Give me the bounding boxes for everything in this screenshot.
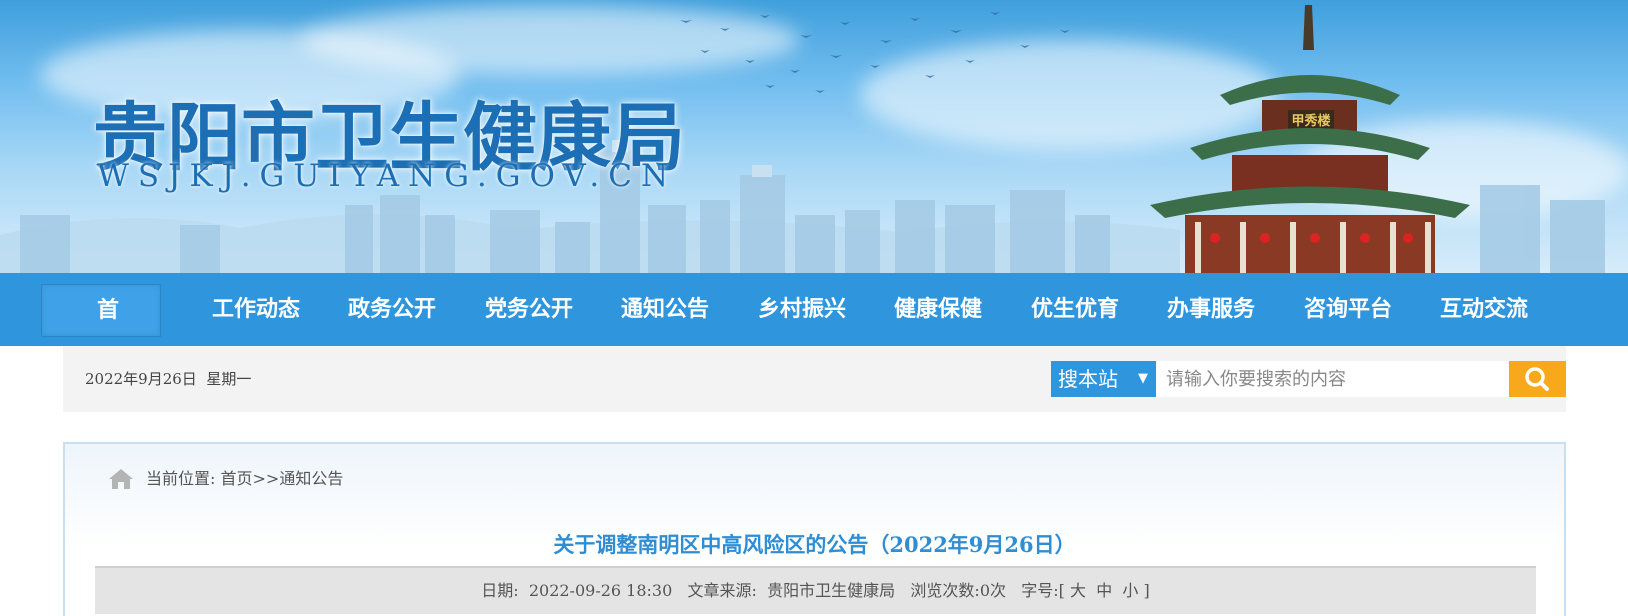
font-size-large-button[interactable]: 大: [1070, 581, 1086, 600]
meta-source-label: 文章来源:: [687, 581, 757, 600]
search-scope-label: 搜本站: [1058, 367, 1118, 391]
nav-item-party-affairs[interactable]: 党务公开: [485, 273, 573, 346]
nav-item-notices[interactable]: 通知公告: [621, 273, 709, 346]
article-panel: 当前位置: 首页>>通知公告 关于调整南明区中高风险区的公告（2022年9月26…: [63, 442, 1566, 616]
breadcrumb-separator: >>: [252, 469, 280, 488]
main-nav: 首页 工作动态 政务公开 党务公开 通知公告 乡村振兴 健康保健 优生优育 办事…: [0, 273, 1628, 374]
meta-date: 2022-09-26 18:30: [528, 581, 673, 600]
weekday-value: 星期一: [206, 370, 252, 388]
nav-item-interaction[interactable]: 互动交流: [1440, 273, 1528, 346]
breadcrumb-label: 当前位置:: [146, 469, 216, 488]
nav-item-government-affairs[interactable]: 政务公开: [348, 273, 436, 346]
current-date: 2022年9月26日 星期一: [85, 346, 251, 412]
dropdown-arrow-icon: ▼: [1138, 371, 1148, 386]
meta-font-size-label: 字号:: [1021, 581, 1059, 600]
breadcrumb-text: 当前位置: 首页>>通知公告: [146, 466, 343, 492]
meta-views-label: 浏览次数:: [910, 581, 980, 600]
meta-source: 贵阳市卫生健康局: [767, 581, 896, 600]
nav-item-work-news[interactable]: 工作动态: [212, 273, 300, 346]
nav-item-consultation[interactable]: 咨询平台: [1304, 273, 1392, 346]
breadcrumb-home-link[interactable]: 首页: [221, 469, 253, 488]
nav-item-services[interactable]: 办事服务: [1167, 273, 1255, 346]
search-scope-select[interactable]: 搜本站 ▼: [1051, 361, 1156, 397]
nav-item-rural-revitalization[interactable]: 乡村振兴: [758, 273, 846, 346]
search-button[interactable]: [1509, 361, 1566, 397]
breadcrumb-current-link[interactable]: 通知公告: [279, 469, 343, 488]
font-size-medium-button[interactable]: 中: [1096, 581, 1112, 600]
meta-date-label: 日期:: [481, 581, 519, 600]
search-input[interactable]: [1156, 361, 1509, 397]
date-value: 2022年9月26日: [85, 370, 197, 388]
home-icon: [109, 469, 133, 489]
font-size-bracket-open: [: [1058, 581, 1065, 600]
article-meta-bar: 日期: 2022-09-26 18:30 文章来源: 贵阳市卫生健康局 浏览次数…: [95, 566, 1536, 614]
font-size-small-button[interactable]: 小: [1122, 581, 1138, 600]
nav-item-home[interactable]: 首页: [41, 284, 161, 374]
nav-item-health-care[interactable]: 健康保健: [894, 273, 982, 346]
article-title: 关于调整南明区中高风险区的公告（2022年9月26日）: [553, 532, 1076, 557]
meta-views: 0次: [979, 581, 1006, 600]
search-icon: [1525, 367, 1549, 391]
header-banner: 甲秀楼 贵阳市卫生健康局 WSJKJ.GUIYANG.GOV.CN: [0, 0, 1628, 273]
nav-item-eugenics[interactable]: 优生优育: [1031, 273, 1119, 346]
info-search-bar: 2022年9月26日 星期一 搜本站 ▼: [63, 346, 1566, 412]
site-domain: WSJKJ.GUIYANG.GOV.CN: [97, 158, 678, 194]
tower-plaque-text: 甲秀楼: [1291, 113, 1330, 129]
font-size-bracket-close: ]: [1143, 581, 1150, 600]
